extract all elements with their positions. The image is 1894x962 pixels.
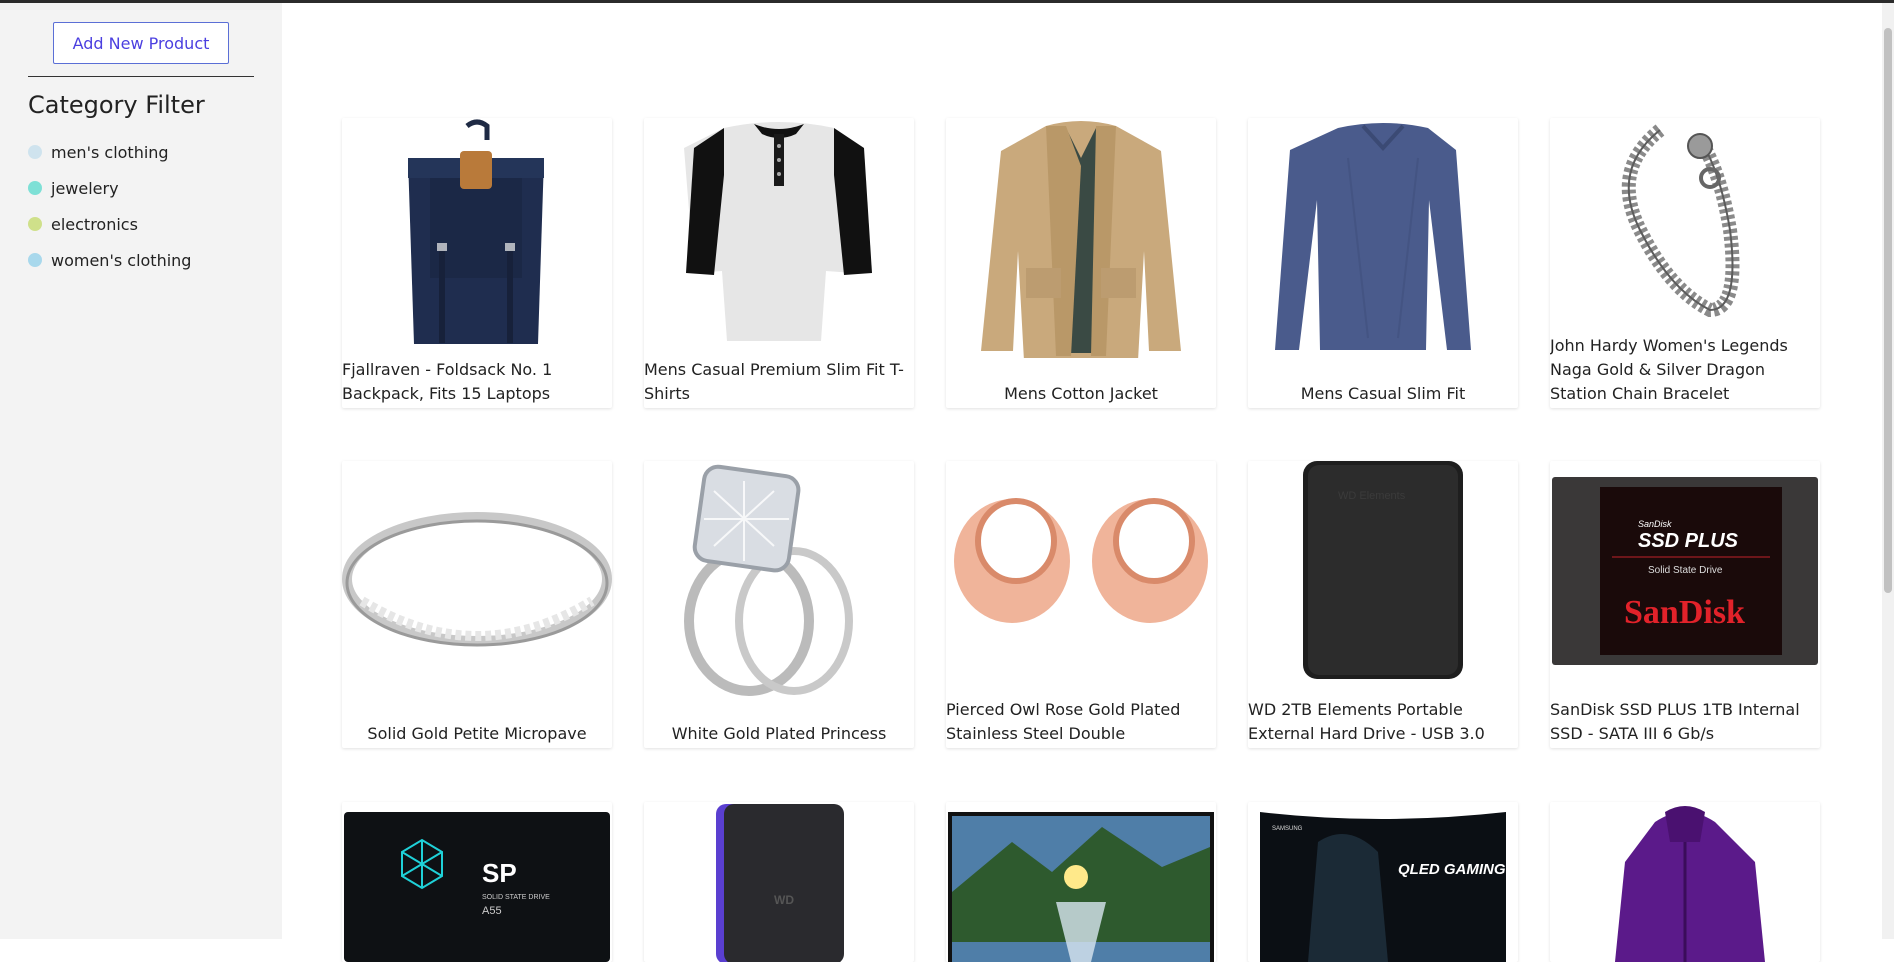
product-card[interactable]: WD bbox=[644, 802, 914, 962]
diamond-ring-image bbox=[684, 464, 853, 696]
category-label: women's clothing bbox=[51, 250, 192, 270]
sp-drive-text: SOLID STATE DRIVE bbox=[482, 894, 550, 901]
product-card[interactable]: Pierced Owl Rose Gold Plated Stainless S… bbox=[946, 461, 1216, 748]
product-title: Mens Casual Premium Slim Fit T-Shirts bbox=[644, 360, 904, 403]
product-card[interactable] bbox=[946, 802, 1216, 962]
product-card[interactable] bbox=[1550, 802, 1820, 962]
divider bbox=[28, 76, 254, 77]
samsung-text: SAMSUNG bbox=[1272, 826, 1303, 832]
category-filter-title: Category Filter bbox=[28, 91, 205, 119]
sp-ssd-image: SP SOLID STATE DRIVE A55 bbox=[344, 812, 610, 962]
scrollbar-thumb[interactable] bbox=[1884, 28, 1892, 593]
ring-image bbox=[342, 512, 612, 647]
product-title: John Hardy Women's Legends Naga Gold & S… bbox=[1550, 336, 1788, 403]
product-title: SanDisk SSD PLUS 1TB Internal SSD - SATA… bbox=[1550, 700, 1800, 743]
jacket-image bbox=[981, 121, 1181, 358]
womens-jacket-image bbox=[1615, 806, 1765, 962]
longsleeve-image bbox=[1275, 123, 1471, 350]
product-title: WD 2TB Elements Portable External Hard D… bbox=[1248, 700, 1485, 743]
category-dot-icon bbox=[28, 145, 42, 159]
category-label: electronics bbox=[51, 214, 138, 234]
product-card[interactable]: SanDisk SSD PLUS Solid State Drive SanDi… bbox=[1550, 461, 1820, 748]
ssd-product-text: SSD PLUS bbox=[1638, 530, 1739, 552]
bracelet-image bbox=[1621, 124, 1740, 318]
monitor-image bbox=[948, 812, 1214, 962]
product-card[interactable]: WD Elements WD 2TB Elements Portable Ext… bbox=[1248, 461, 1518, 748]
product-title: Fjallraven - Foldsack No. 1 Backpack, Fi… bbox=[342, 360, 553, 403]
sp-model-text: A55 bbox=[482, 905, 502, 917]
product-title: Mens Casual Slim Fit bbox=[1300, 384, 1466, 403]
category-dot-icon bbox=[28, 181, 42, 195]
add-new-product-button[interactable]: Add New Product bbox=[53, 22, 229, 64]
backpack-image bbox=[408, 119, 544, 344]
category-dot-icon bbox=[28, 217, 42, 231]
product-title: Mens Cotton Jacket bbox=[1004, 384, 1158, 403]
product-title: Solid Gold Petite Micropave bbox=[367, 724, 587, 743]
top-border bbox=[0, 0, 1894, 3]
product-card[interactable]: John Hardy Women's Legends Naga Gold & S… bbox=[1550, 118, 1820, 408]
hard-drive-image: WD Elements bbox=[1303, 461, 1463, 679]
product-title: White Gold Plated Princess bbox=[671, 724, 887, 743]
product-card[interactable]: Mens Cotton Jacket bbox=[946, 118, 1216, 408]
category-dot-icon bbox=[28, 253, 42, 267]
ssd-brand-text: SanDisk bbox=[1638, 519, 1672, 529]
wd-drive-image: WD bbox=[716, 804, 844, 962]
scrollbar[interactable] bbox=[1882, 3, 1894, 939]
category-item-jewelery[interactable]: jewelery bbox=[28, 170, 191, 206]
category-item-electronics[interactable]: electronics bbox=[28, 206, 191, 242]
product-title: Pierced Owl Rose Gold Plated Stainless S… bbox=[946, 700, 1181, 743]
category-item-womens-clothing[interactable]: women's clothing bbox=[28, 242, 191, 278]
product-card[interactable]: SP SOLID STATE DRIVE A55 bbox=[342, 802, 612, 962]
product-card[interactable]: Fjallraven - Foldsack No. 1 Backpack, Fi… bbox=[342, 118, 612, 408]
product-card[interactable]: Mens Casual Premium Slim Fit T-Shirts bbox=[644, 118, 914, 408]
earrings-image bbox=[954, 498, 1208, 623]
product-card[interactable]: White Gold Plated Princess bbox=[644, 461, 914, 748]
category-label: men's clothing bbox=[51, 142, 169, 162]
category-list: men's clothing jewelery electronics wome… bbox=[28, 134, 191, 278]
drive-label: WD Elements bbox=[1338, 490, 1406, 502]
tshirt-image bbox=[684, 122, 872, 341]
product-card[interactable]: Mens Casual Slim Fit bbox=[1248, 118, 1518, 408]
product-card[interactable]: Solid Gold Petite Micropave bbox=[342, 461, 612, 748]
sp-logo-text: SP bbox=[482, 858, 517, 888]
qled-text: QLED GAMING MONITOR bbox=[1398, 861, 1518, 878]
ssd-sub-text: Solid State Drive bbox=[1648, 565, 1723, 576]
curved-monitor-image: SAMSUNG QLED GAMING MONITOR bbox=[1260, 812, 1518, 962]
wd-small-text: WD bbox=[774, 893, 794, 907]
category-item-mens-clothing[interactable]: men's clothing bbox=[28, 134, 191, 170]
ssd-image: SanDisk SSD PLUS Solid State Drive SanDi… bbox=[1552, 477, 1818, 665]
product-card[interactable]: SAMSUNG QLED GAMING MONITOR bbox=[1248, 802, 1518, 962]
sidebar: Add New Product Category Filter men's cl… bbox=[0, 3, 282, 939]
category-label: jewelery bbox=[51, 178, 119, 198]
sandisk-logo: SanDisk bbox=[1624, 594, 1745, 631]
